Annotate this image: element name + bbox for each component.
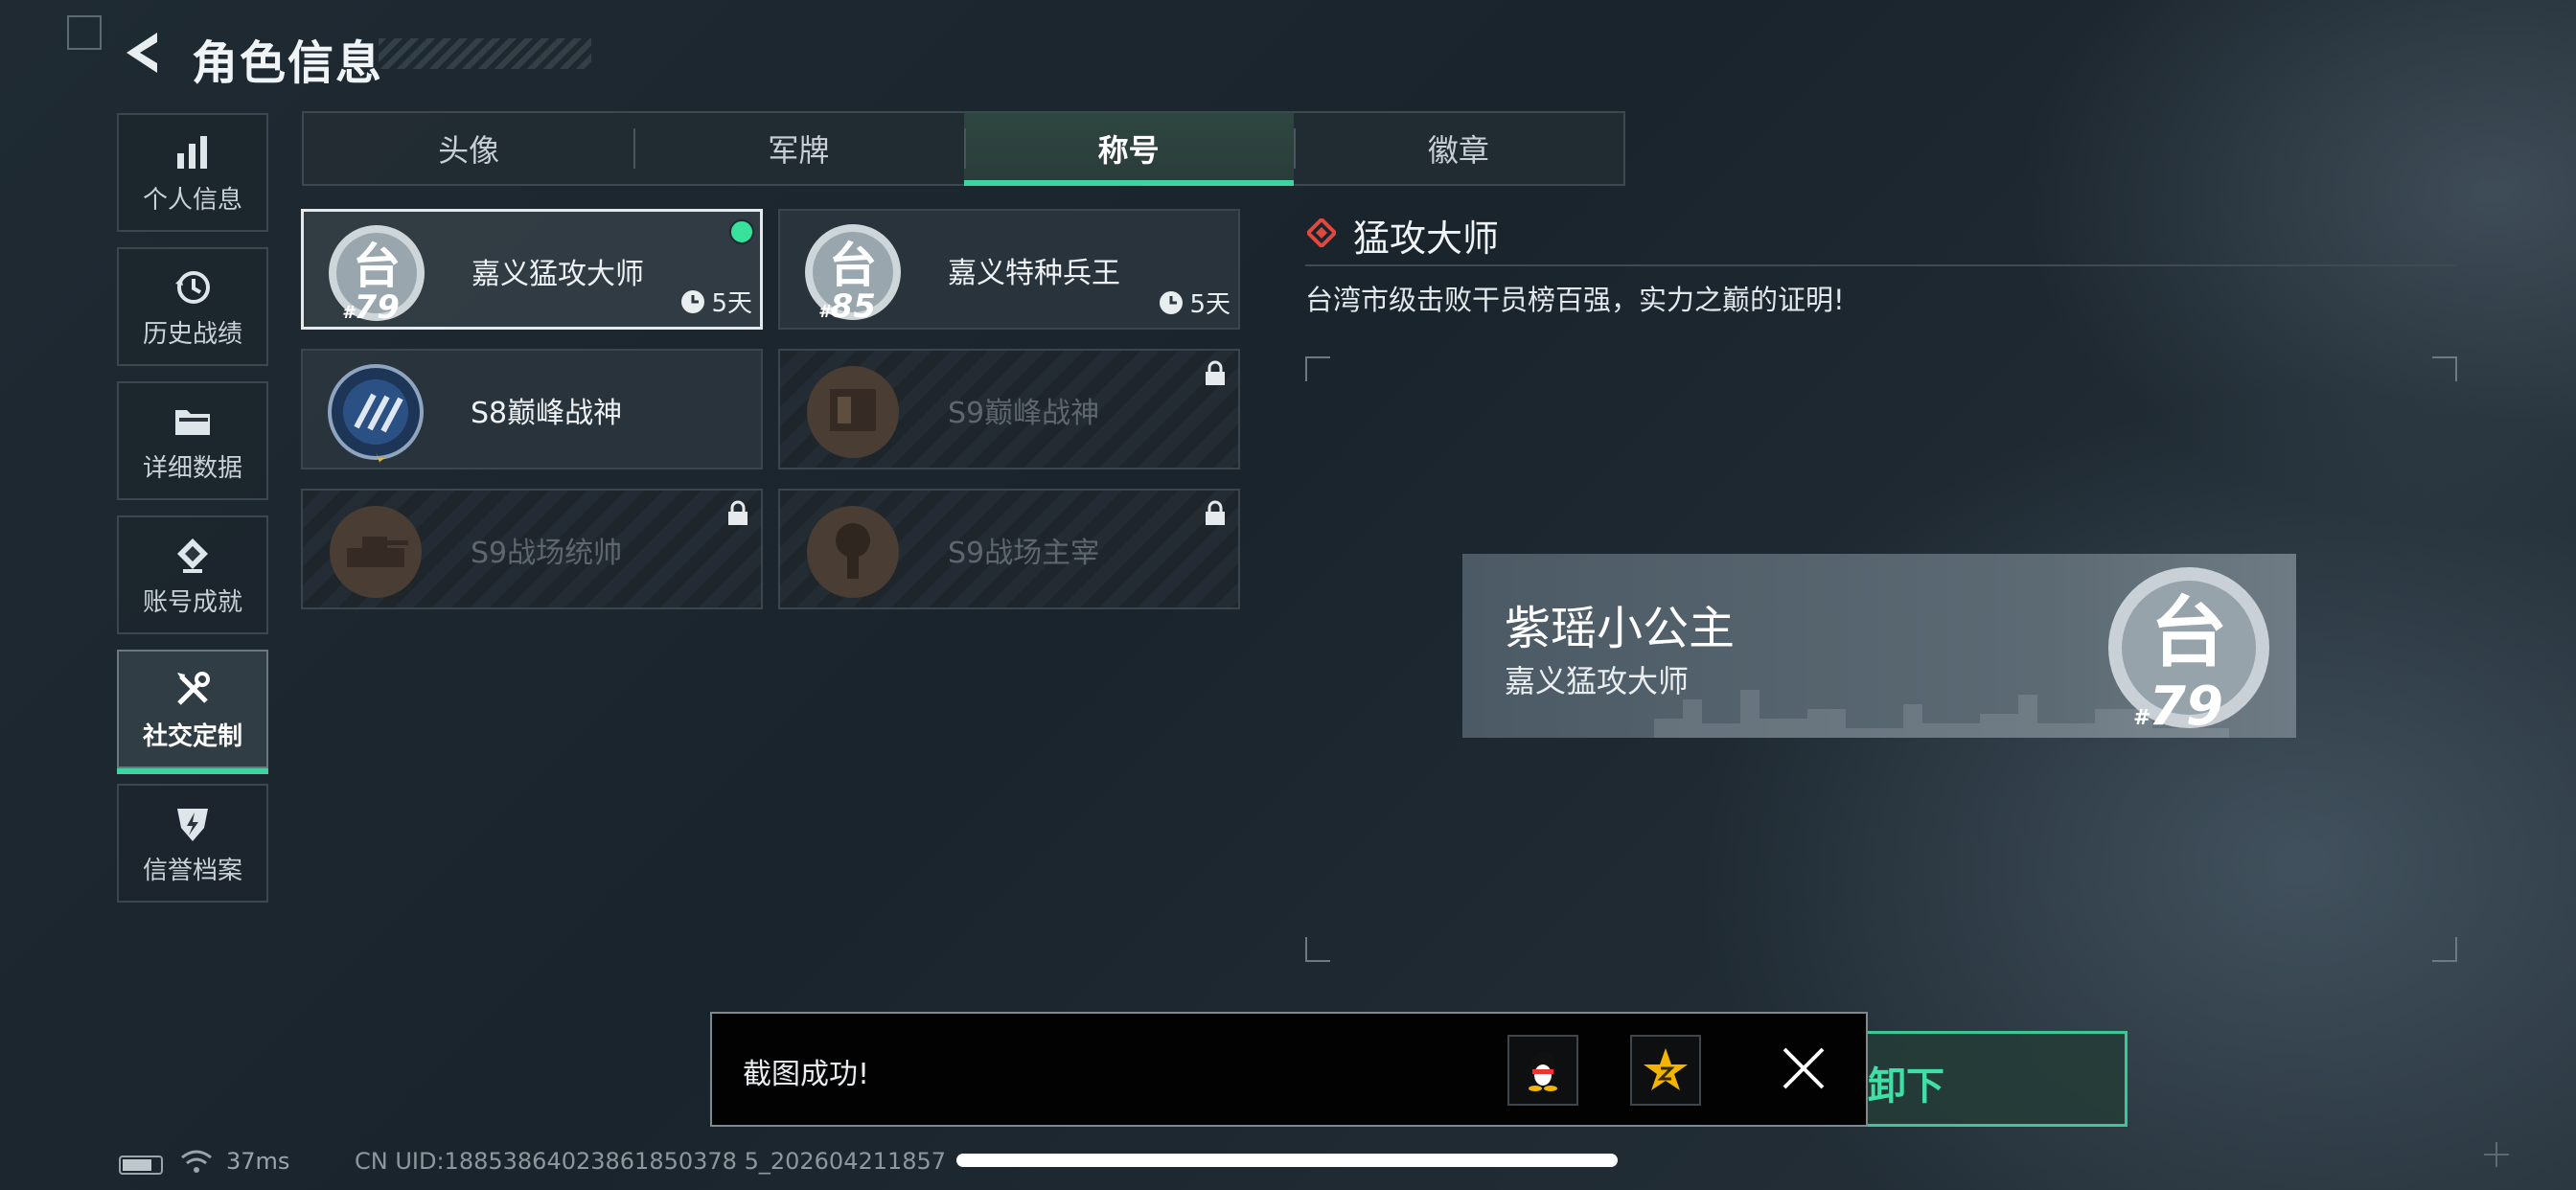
home-indicator[interactable]: [956, 1154, 1618, 1167]
qq-icon: [1529, 1052, 1557, 1091]
title-name: 嘉义猛攻大师: [472, 258, 644, 291]
qzone-star-icon: [1644, 1048, 1688, 1090]
sidebar-item-label: 账号成就: [142, 588, 242, 617]
title-card-jiayi-special-forces[interactable]: 台 #85 嘉义特种兵王 5天: [778, 209, 1240, 330]
sidebar-item-label: 个人信息: [142, 186, 242, 215]
s8-season-emblem-icon: [328, 364, 424, 464]
wifi-icon: [181, 1150, 212, 1173]
battery-icon: [119, 1156, 163, 1175]
plus-icon: [2484, 1142, 2509, 1167]
menu-square-icon[interactable]: [67, 15, 102, 50]
tab-dog-tag[interactable]: 军牌: [633, 113, 963, 184]
sidebar-item-history[interactable]: 历史战绩: [117, 247, 268, 366]
sidebar-item-label: 社交定制: [142, 722, 242, 751]
title-name: S9战场统帅: [471, 537, 623, 570]
svg-text:台: 台: [829, 238, 877, 293]
nameplate-preview: 紫瑶小公主 嘉义猛攻大师 台 # 79: [1462, 554, 2296, 738]
share-qzone-button[interactable]: [1630, 1035, 1701, 1106]
share-qq-button[interactable]: [1507, 1035, 1578, 1106]
active-indicator: [117, 768, 268, 774]
duration: 5天: [680, 284, 752, 319]
rank-label: #85: [818, 287, 876, 326]
svg-text:台: 台: [353, 239, 401, 294]
title-name: S9巅峰战神: [948, 397, 1100, 430]
sidebar-item-achievements[interactable]: 账号成就: [117, 515, 268, 634]
folder-icon: [175, 410, 210, 435]
lock-icon: [728, 500, 748, 525]
title-decoration: [379, 38, 591, 69]
sidebar-item-personal-info[interactable]: 个人信息: [117, 113, 268, 232]
page-title: 角色信息: [192, 36, 384, 90]
duration: 5天: [1159, 285, 1230, 320]
sidebar-item-social-customization[interactable]: 社交定制: [117, 650, 268, 774]
title-description: 台湾市级击败干员榜百强，实力之巅的证明!: [1305, 284, 1845, 316]
title-name: S9战场主宰: [948, 537, 1100, 570]
title-card-s9-peak-god[interactable]: S9巅峰战神: [778, 349, 1240, 469]
player-name: 紫瑶小公主: [1505, 602, 1736, 655]
title-card-s9-battlefield-dominator[interactable]: S9战场主宰: [778, 489, 1240, 609]
title-name: S8巅峰战神: [471, 397, 623, 430]
clock-icon: [1160, 290, 1184, 314]
tab-title[interactable]: 称号: [963, 113, 1295, 186]
tab-badge[interactable]: 徽章: [1293, 113, 1623, 184]
title-card-s9-battlefield-marshal[interactable]: S9战场统帅: [301, 489, 763, 609]
lock-icon: [1206, 360, 1225, 385]
screenshot-toast: 截图成功!: [710, 1012, 1868, 1127]
tools-icon: [177, 672, 210, 705]
sidebar-item-credit-record[interactable]: 信誉档案: [117, 784, 268, 903]
diamond-icon: [1307, 218, 1336, 247]
history-clock-icon: [175, 271, 210, 304]
uid-text: CN UID:18853864023861850378 5_2026042118…: [355, 1148, 947, 1175]
toast-message: 截图成功!: [743, 1058, 870, 1091]
ping-value: 37ms: [226, 1148, 290, 1175]
svg-text:台: 台: [2150, 588, 2227, 677]
sidebar-item-label: 信誉档案: [142, 857, 242, 885]
achievement-badge-icon: [177, 538, 208, 573]
sidebar-item-detailed-data[interactable]: 详细数据: [117, 381, 268, 500]
close-icon[interactable]: [1780, 1044, 1828, 1092]
s9-explosion-emblem-icon: [807, 506, 899, 598]
category-tabs: 头像 军牌 称号 徽章: [302, 111, 1625, 186]
tab-avatar[interactable]: 头像: [304, 113, 633, 184]
lock-icon: [1206, 500, 1225, 525]
back-arrow-icon[interactable]: [119, 29, 167, 77]
title-name: 嘉义特种兵王: [948, 257, 1120, 290]
title-card-s8-peak-god[interactable]: S8巅峰战神: [301, 349, 763, 469]
sidebar-item-label: 历史战绩: [142, 320, 242, 349]
sidebar-item-label: 详细数据: [142, 454, 242, 483]
taiwan-city-emblem-icon: 台 # 79: [2108, 567, 2269, 736]
unequip-button[interactable]: 卸下: [1850, 1031, 2128, 1127]
credit-shield-icon: [177, 809, 208, 841]
divider: [1305, 264, 2457, 266]
s9-peak-emblem-icon: [807, 366, 899, 458]
selected-title-heading: 猛攻大师: [1353, 217, 1500, 260]
equipped-indicator: [729, 219, 754, 244]
s9-tank-emblem-icon: [330, 506, 422, 598]
clock-icon: [681, 289, 705, 313]
svg-text:79: 79: [2149, 675, 2223, 736]
title-card-jiayi-assault-master[interactable]: 台 #79 嘉义猛攻大师 5天: [301, 209, 763, 330]
bar-chart-icon: [177, 136, 207, 169]
equipped-title: 嘉义猛攻大师: [1505, 663, 1690, 699]
rank-label: #79: [342, 288, 400, 327]
